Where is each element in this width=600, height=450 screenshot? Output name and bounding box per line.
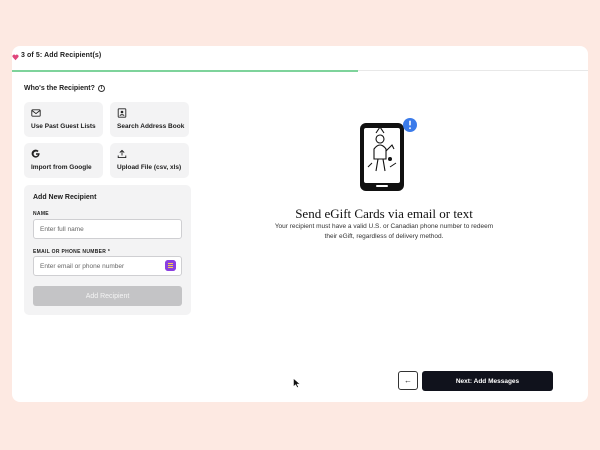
phone-illustration: [360, 118, 417, 191]
info-description: Your recipient must have a valid U.S. or…: [274, 223, 494, 240]
contact-label: EMAIL OR PHONE NUMBER *: [33, 249, 111, 255]
address-book-label: Search Address Book: [117, 123, 185, 130]
gift-icon: [12, 54, 19, 61]
upload-label: Upload File (csv, xls): [117, 164, 182, 171]
info-title: Send eGift Cards via email or text: [295, 206, 473, 221]
google-label: Import from Google: [31, 164, 92, 171]
recipient-title-text: Who's the Recipient?: [24, 85, 95, 92]
recipient-section-title: Who's the Recipient? i: [24, 85, 105, 92]
guest-list-icon: [31, 109, 41, 117]
progress-fill: [12, 70, 358, 72]
contact-input[interactable]: [33, 256, 182, 276]
name-input[interactable]: [33, 219, 182, 239]
name-label: NAME: [33, 211, 49, 217]
next-add-messages-button[interactable]: Next: Add Messages: [422, 371, 553, 391]
back-button[interactable]: ←: [398, 371, 418, 390]
step-indicator: 3 of 5: Add Recipient(s): [21, 52, 102, 59]
address-book-icon: [117, 108, 127, 118]
add-new-recipient-panel: Add New Recipient NAME EMAIL OR PHONE NU…: [24, 185, 191, 315]
upload-icon: [117, 149, 127, 159]
upload-file-button[interactable]: Upload File (csv, xls): [110, 143, 189, 178]
add-new-recipient-title: Add New Recipient: [33, 194, 97, 201]
add-recipient-button[interactable]: Add Recipient: [33, 286, 182, 306]
google-icon: [31, 149, 40, 158]
mouse-pointer-icon: [293, 378, 301, 388]
info-icon[interactable]: i: [97, 85, 105, 92]
use-past-guest-lists-button[interactable]: Use Past Guest Lists: [24, 102, 103, 137]
import-from-google-button[interactable]: Import from Google: [24, 143, 103, 178]
guest-lists-label: Use Past Guest Lists: [31, 123, 96, 130]
contact-autofill-icon[interactable]: [165, 260, 176, 271]
step-header: 3 of 5: Add Recipient(s): [12, 46, 588, 70]
recipient-step-card: 3 of 5: Add Recipient(s) Who's the Recip…: [12, 46, 588, 402]
search-address-book-button[interactable]: Search Address Book: [110, 102, 189, 137]
